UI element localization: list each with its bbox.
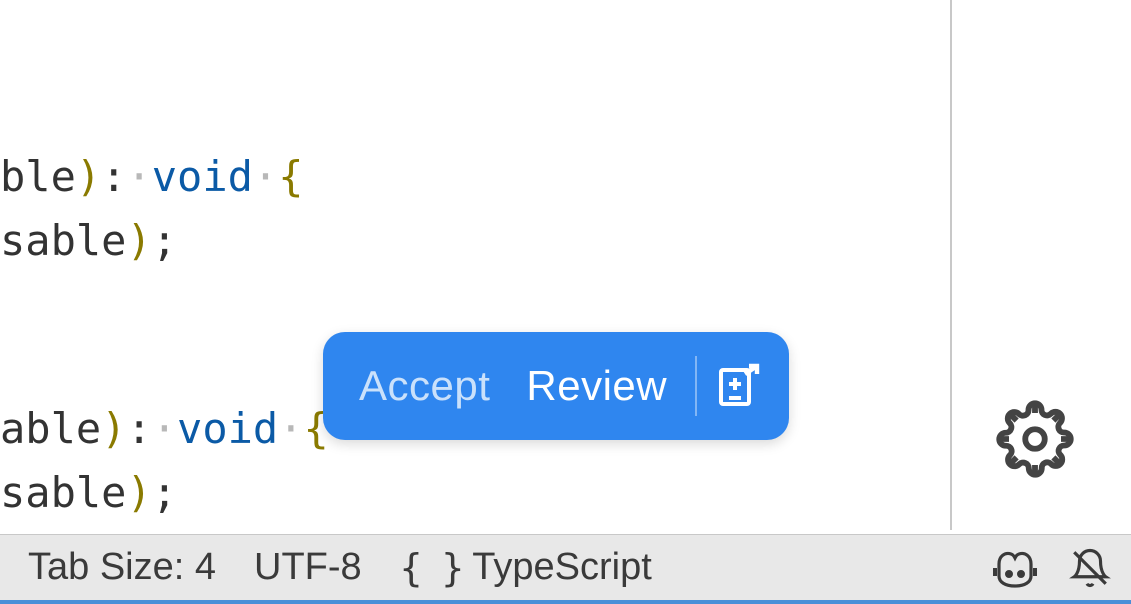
editor-ruler bbox=[950, 0, 952, 530]
review-button[interactable]: Review bbox=[508, 362, 685, 410]
code-token: : bbox=[126, 404, 151, 453]
braces-icon: { } bbox=[400, 546, 463, 590]
code-token: ; bbox=[152, 216, 177, 265]
accept-button[interactable]: Accept bbox=[341, 362, 508, 410]
code-token: ) bbox=[101, 404, 126, 453]
code-line: able):·void·{ bbox=[0, 397, 329, 460]
code-token: able bbox=[0, 404, 101, 453]
bell-muted-icon[interactable] bbox=[1069, 544, 1111, 592]
code-whitespace: · bbox=[253, 152, 278, 201]
new-file-icon[interactable] bbox=[713, 362, 761, 410]
code-line: ble):·void·{ bbox=[0, 145, 304, 208]
status-label: TypeScript bbox=[472, 546, 652, 589]
status-label: UTF-8 bbox=[254, 546, 362, 589]
code-token: ) bbox=[76, 152, 101, 201]
copilot-icon[interactable] bbox=[991, 546, 1039, 590]
code-token: sable bbox=[0, 468, 126, 517]
code-editor[interactable]: ble):·void·{ sable); able):·void·{ sable… bbox=[0, 0, 1131, 530]
status-tab-size[interactable]: Tab Size: 4 bbox=[10, 546, 234, 589]
code-token: : bbox=[101, 152, 126, 201]
code-token: ) bbox=[126, 216, 151, 265]
code-token: ) bbox=[126, 468, 151, 517]
code-token: ble bbox=[0, 152, 76, 201]
status-language[interactable]: { } TypeScript bbox=[382, 546, 670, 590]
code-keyword: void bbox=[177, 404, 278, 453]
status-bar: Tab Size: 4 UTF-8 { } TypeScript bbox=[0, 534, 1131, 604]
code-whitespace: · bbox=[278, 404, 303, 453]
code-whitespace: · bbox=[152, 404, 177, 453]
code-token: ; bbox=[152, 468, 177, 517]
code-keyword: void bbox=[152, 152, 253, 201]
code-token: { bbox=[278, 152, 303, 201]
code-line: sable); bbox=[0, 209, 177, 272]
code-line: sable); bbox=[0, 461, 177, 524]
settings-gear-icon[interactable] bbox=[996, 400, 1074, 478]
code-whitespace: · bbox=[126, 152, 151, 201]
status-label: Tab Size: 4 bbox=[28, 546, 216, 589]
inline-suggestion-toolbar: Accept Review bbox=[323, 332, 789, 440]
toolbar-divider bbox=[695, 356, 697, 416]
code-token: sable bbox=[0, 216, 126, 265]
status-encoding[interactable]: UTF-8 bbox=[236, 546, 380, 589]
